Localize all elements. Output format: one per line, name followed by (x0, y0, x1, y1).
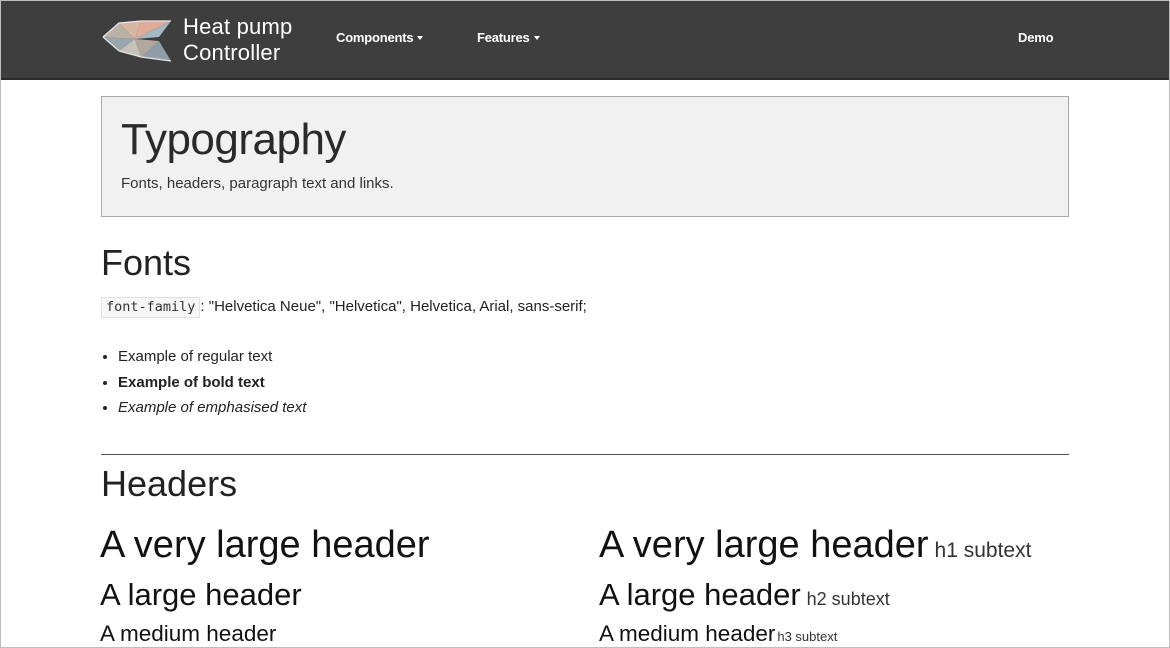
nav-features-label: Features (477, 30, 530, 45)
brand-name: Heat pump Controller (183, 14, 292, 66)
font-examples-list: Example of regular text Example of bold … (101, 344, 306, 421)
headers-section-title: Headers (101, 463, 238, 504)
page-frame: Heat pump Controller Components Features… (0, 0, 1170, 648)
list-item: Example of emphasised text (118, 395, 306, 421)
nav-demo-label: Demo (1018, 30, 1054, 45)
h2-with-subtext-example: A large header h2 subtext (599, 577, 890, 617)
nav-components-label: Components (336, 30, 414, 45)
brand-link[interactable]: Heat pump Controller (101, 11, 292, 69)
h3-with-subtext-example: A medium header h3 subtext (599, 621, 838, 647)
nav-components-dropdown[interactable]: Components (336, 30, 424, 45)
bold-text-example: Example of bold text (118, 373, 265, 391)
h1-subtext: h1 subtext (934, 539, 1032, 562)
nav-demo-link[interactable]: Demo (1018, 30, 1054, 45)
h3-subtext: h3 subtext (777, 629, 838, 644)
h3-example: A medium header (100, 621, 277, 646)
h2-text: A large header (599, 577, 801, 612)
h1-text: A very large header (599, 524, 929, 566)
list-item: Example of regular text (118, 344, 306, 370)
h2-example: A large header (100, 577, 302, 612)
h1-with-subtext-example: A very large header h1 subtext (599, 523, 1031, 573)
heat-pump-logo-icon (102, 20, 172, 62)
page-title: Typography (121, 115, 346, 164)
list-item: Example of bold text (118, 370, 306, 396)
caret-down-icon (533, 36, 540, 40)
navbar: Heat pump Controller Components Features… (1, 1, 1169, 80)
jumbotron: Typography Fonts, headers, paragraph tex… (101, 96, 1069, 217)
font-family-code: font-family (101, 297, 201, 318)
brand-line-1: Heat pump (183, 14, 293, 39)
caret-down-icon (417, 36, 424, 40)
font-family-line: font-family: "Helvetica Neue", "Helvetic… (101, 297, 587, 318)
font-stack-text: : "Helvetica Neue", "Helvetica", Helveti… (200, 298, 587, 315)
h3-text: A medium header (599, 621, 776, 646)
fonts-section-title: Fonts (101, 242, 192, 283)
regular-text-example: Example of regular text (118, 348, 273, 365)
section-divider (101, 454, 1069, 455)
h1-example: A very large header (100, 524, 430, 566)
page-lead: Fonts, headers, paragraph text and links… (121, 175, 394, 192)
emphasised-text-example: Example of emphasised text (118, 399, 307, 416)
nav-features-dropdown[interactable]: Features (477, 30, 540, 45)
h2-subtext: h2 subtext (806, 589, 890, 609)
brand-line-2: Controller (183, 40, 281, 65)
